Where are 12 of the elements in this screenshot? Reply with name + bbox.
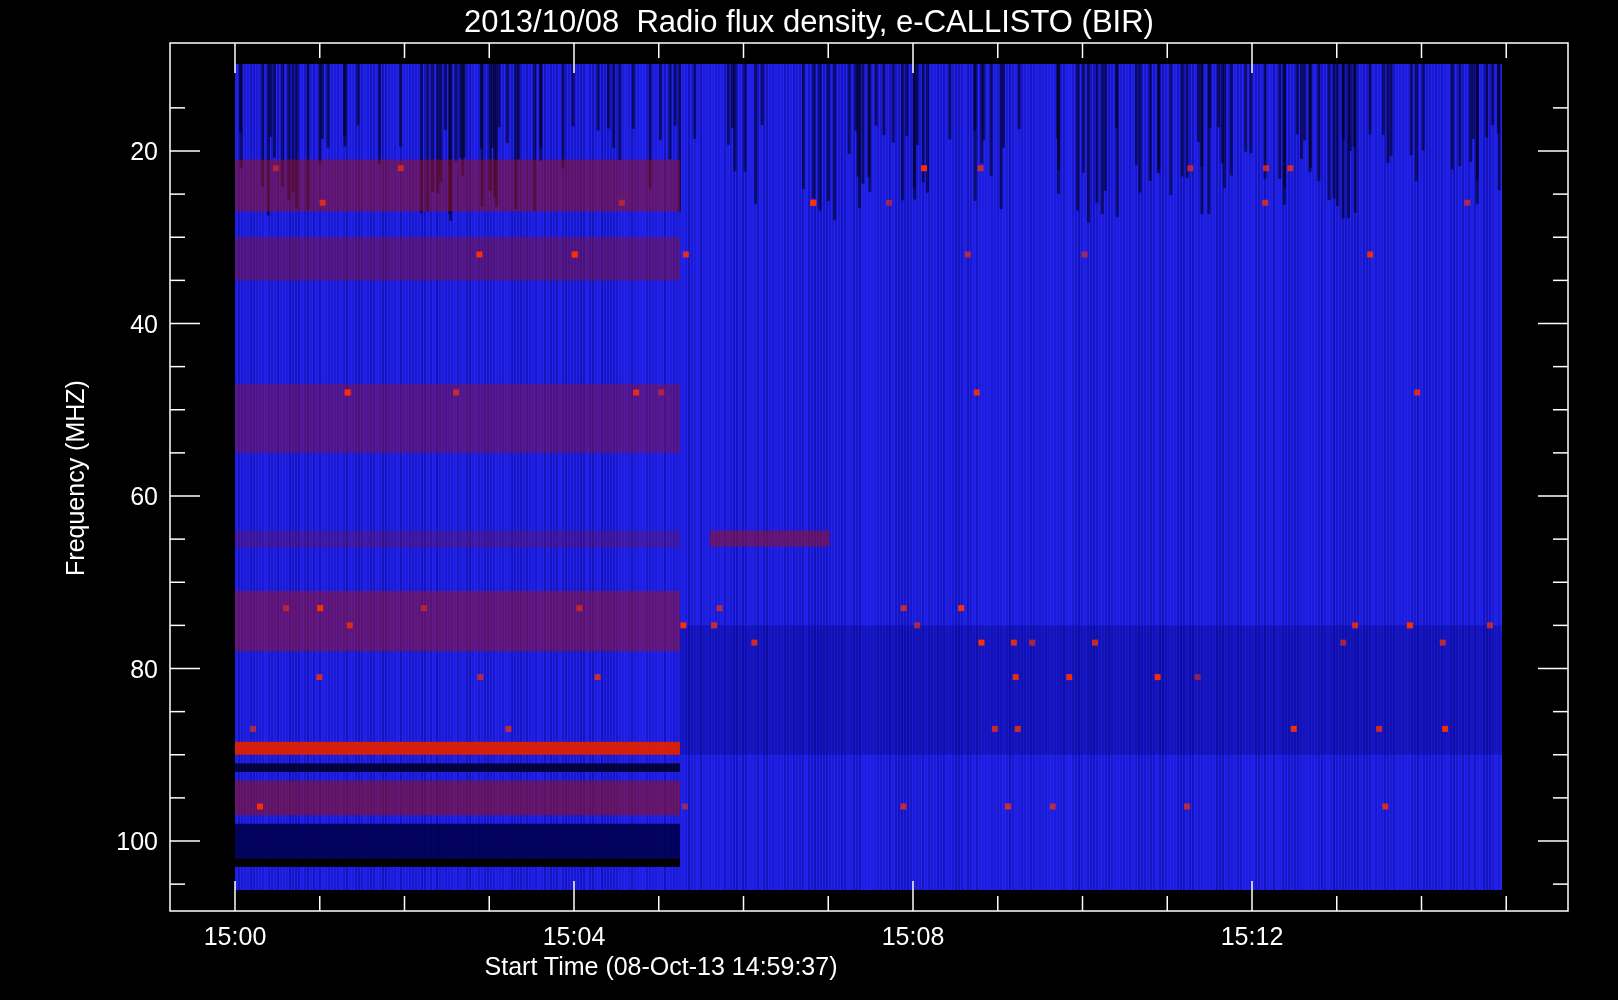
tick-label: 15:12 xyxy=(1220,922,1284,950)
tick-label: 40 xyxy=(130,309,158,338)
axis-label: Start Time (08-Oct-13 14:59:37) xyxy=(484,952,838,980)
tick-label: 15:08 xyxy=(881,922,945,950)
plot-title: 2013/10/08 Radio flux density, e-CALLISTO (BIR) xyxy=(464,4,1154,39)
tick-label: 80 xyxy=(130,654,158,683)
tick-label: 15:04 xyxy=(542,922,606,950)
tick-label: 100 xyxy=(116,827,158,855)
axis-label: Frequency (MHZ) xyxy=(61,380,89,576)
tick-label: 20 xyxy=(130,137,158,165)
tick-label: 15:00 xyxy=(203,922,267,950)
tick-label: 60 xyxy=(130,482,158,510)
